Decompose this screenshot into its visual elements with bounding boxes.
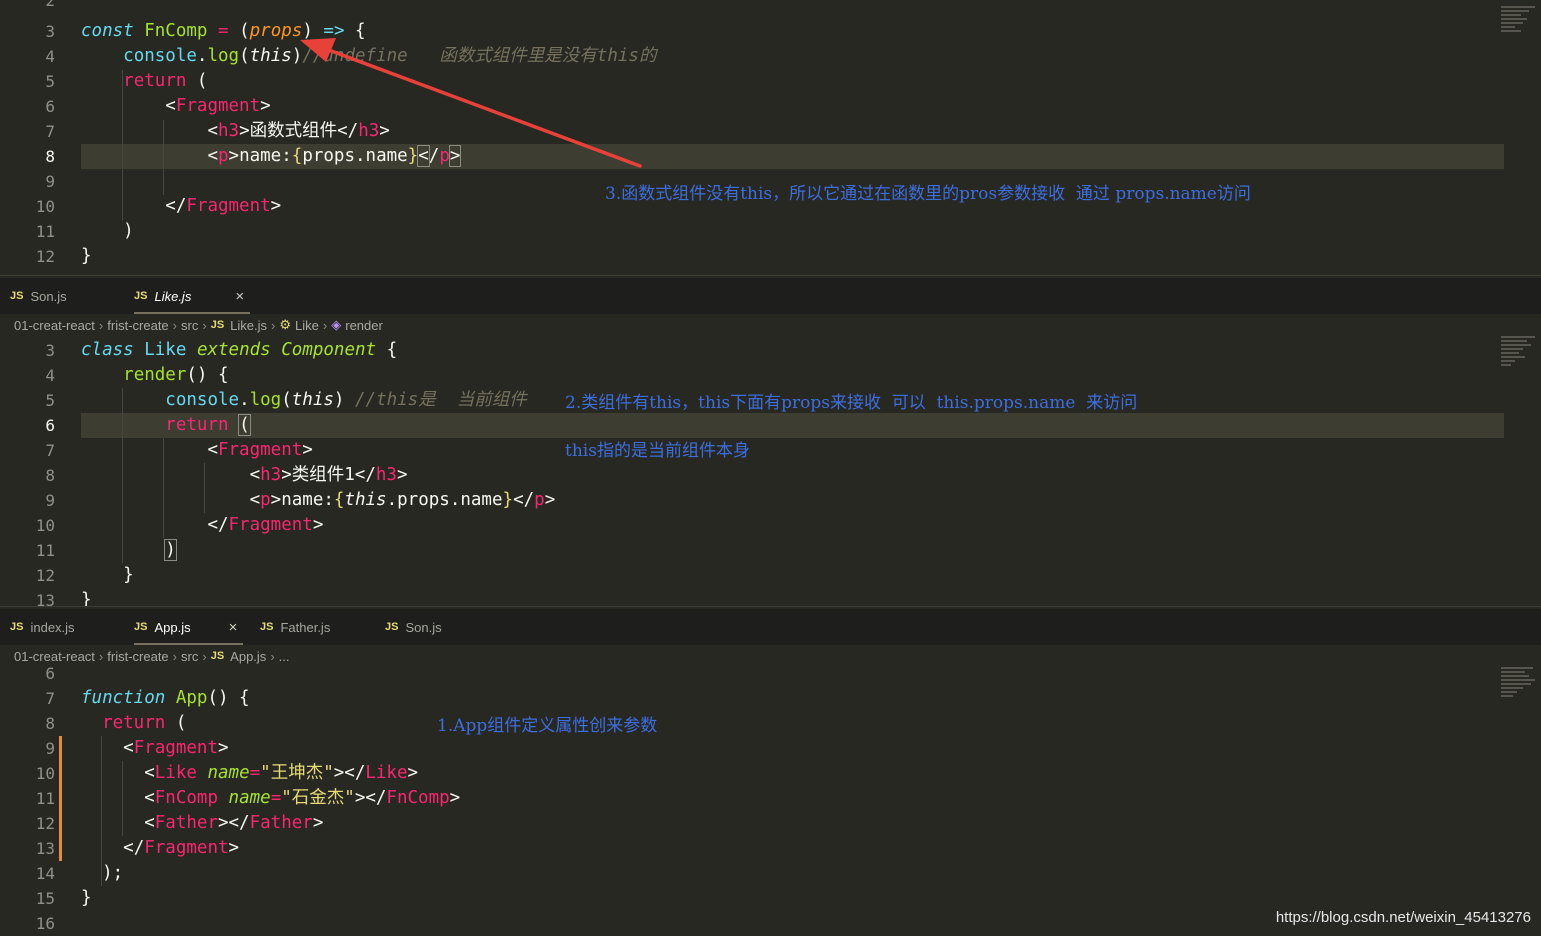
js-file-icon: JS	[134, 621, 148, 633]
breadcrumb: 01-creat-react › frist-create › src › JS App…	[14, 644, 290, 668]
js-file-icon: JS	[210, 319, 225, 331]
line-number: 11	[35, 222, 55, 241]
line-number: 9	[45, 739, 55, 758]
line-number: 14	[35, 864, 55, 883]
tab-like[interactable]: JS Like.js ×	[134, 278, 251, 314]
breadcrumb-item[interactable]: 01-creat-react	[14, 318, 95, 333]
js-file-icon: JS	[10, 621, 24, 633]
line-number: 13	[35, 839, 55, 858]
annotation-note: 2.类组件有this，this下面有props来接收 可以 this.props…	[565, 393, 1138, 413]
line-number: 15	[35, 889, 55, 908]
tab-bar: JS index.js JS App.js × JS Father.js JS …	[0, 609, 1541, 645]
close-icon[interactable]: ×	[235, 288, 244, 305]
line-number: 4	[45, 366, 55, 385]
line-number: 9	[45, 491, 55, 510]
code-text[interactable]: class Like extends Component { render() …	[81, 338, 555, 607]
tab-label: Son.js	[405, 619, 442, 635]
editor-pane-app: JS index.js JS App.js × JS Father.js JS …	[0, 607, 1541, 936]
editor-pane-like: JS Son.js JS Like.js × 01-creat-react › f…	[0, 276, 1541, 607]
js-file-icon: JS	[385, 621, 399, 633]
tab-app[interactable]: JS App.js ×	[134, 609, 244, 645]
line-number: 7	[45, 689, 55, 708]
line-number: 7	[45, 122, 55, 141]
tab-bar: JS Son.js JS Like.js ×	[0, 278, 1541, 314]
line-number: 8	[45, 466, 55, 485]
tab-label: App.js	[154, 619, 191, 635]
chevron-right-icon: ›	[202, 317, 207, 333]
chevron-right-icon: ›	[270, 648, 275, 664]
tab-label: Son.js	[30, 288, 67, 304]
line-number: 12	[35, 247, 55, 266]
breadcrumb-item[interactable]: ...	[279, 649, 290, 664]
minimap[interactable]	[1501, 336, 1537, 368]
minimap[interactable]	[1501, 6, 1537, 34]
line-number: 2	[45, 0, 55, 10]
chevron-right-icon: ›	[202, 648, 207, 664]
js-file-icon: JS	[210, 650, 225, 662]
line-number: 11	[35, 541, 55, 560]
breadcrumb-item[interactable]: render	[345, 318, 383, 333]
line-number: 4	[45, 47, 55, 66]
breadcrumb-item[interactable]: src	[181, 649, 198, 664]
line-number: 6	[45, 416, 55, 435]
line-number: 10	[35, 764, 55, 783]
js-file-icon: JS	[10, 290, 24, 302]
chevron-right-icon: ›	[98, 317, 104, 333]
chevron-right-icon: ›	[172, 317, 178, 333]
modified-lines-marker	[59, 736, 62, 861]
breadcrumb-item[interactable]: src	[181, 318, 198, 333]
method-symbol-icon: ◈	[331, 317, 342, 332]
line-number: 6	[45, 97, 55, 116]
breadcrumb-item[interactable]: frist-create	[107, 649, 168, 664]
line-number: 8	[45, 714, 55, 733]
chevron-right-icon: ›	[322, 317, 328, 333]
code-text[interactable]: function App() { return ( <Fragment> <Li…	[81, 686, 460, 911]
line-number: 8	[45, 147, 55, 166]
line-number: 11	[35, 789, 55, 808]
breadcrumb-item[interactable]: Like	[295, 318, 319, 333]
line-number: 5	[45, 391, 55, 410]
minimap[interactable]	[1501, 667, 1537, 699]
tab-son[interactable]: JS Son.js	[385, 609, 442, 645]
line-number: 6	[45, 664, 55, 683]
line-number: 13	[35, 591, 55, 607]
tab-son[interactable]: JS Son.js	[10, 278, 67, 314]
line-number: 3	[45, 341, 55, 360]
line-number: 9	[45, 172, 55, 191]
js-file-icon: JS	[260, 621, 274, 633]
line-number: 10	[35, 516, 55, 535]
chevron-right-icon: ›	[98, 648, 104, 664]
breadcrumb: 01-creat-react › frist-create › src › JS Lik…	[14, 313, 383, 337]
line-number: 3	[45, 22, 55, 41]
editor-pane-fncomp: 2 3 4 5 6 7 8 9 10 11 12 const FnComp = …	[0, 0, 1541, 276]
pane-divider[interactable]	[0, 606, 1541, 607]
tab-label: Like.js	[154, 288, 192, 304]
line-number: 10	[35, 197, 55, 216]
breadcrumb-item[interactable]: App.js	[230, 649, 266, 664]
chevron-right-icon: ›	[271, 317, 276, 333]
line-number: 5	[45, 72, 55, 91]
line-number: 12	[35, 566, 55, 585]
chevron-right-icon: ›	[172, 648, 178, 664]
line-number: 12	[35, 814, 55, 833]
annotation-note: 1.App组件定义属性创来参数	[437, 716, 658, 736]
breadcrumb-item[interactable]: frist-create	[107, 318, 168, 333]
pane-divider[interactable]	[0, 275, 1541, 276]
line-number: 7	[45, 441, 55, 460]
line-number: 16	[35, 914, 55, 933]
tab-father[interactable]: JS Father.js	[260, 609, 330, 645]
tab-label: index.js	[30, 619, 75, 635]
js-file-icon: JS	[134, 290, 148, 302]
tab-index[interactable]: JS index.js	[10, 609, 75, 645]
watermark: https://blog.csdn.net/weixin_45413276	[1275, 909, 1531, 926]
annotation-note: 3.函数式组件没有this，所以它通过在函数里的pros参数接收 通过 prop…	[605, 184, 1251, 204]
code-text[interactable]: const FnComp = (props) => { console.log(…	[81, 19, 656, 269]
annotation-note: this指的是当前组件本身	[565, 441, 750, 461]
close-icon[interactable]: ×	[229, 619, 238, 636]
tab-label: Father.js	[280, 619, 331, 635]
breadcrumb-item[interactable]: Like.js	[230, 318, 267, 333]
class-symbol-icon: ⚙	[279, 317, 292, 332]
